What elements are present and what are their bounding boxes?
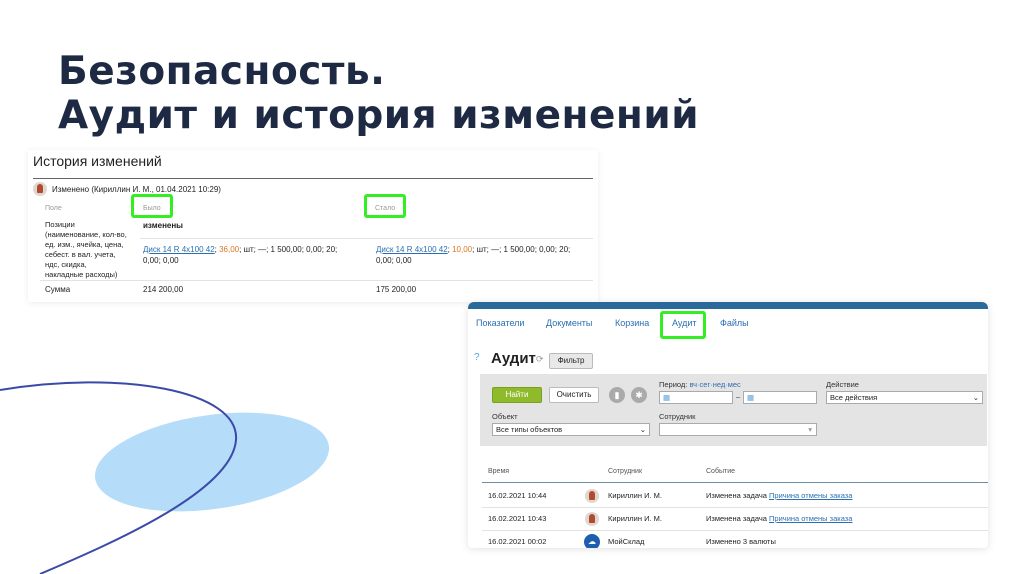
col-employee: Сотрудник <box>608 468 643 475</box>
highlight-box <box>660 311 706 339</box>
help-icon[interactable]: ? <box>474 352 480 363</box>
col-event: Событие <box>706 468 735 475</box>
table-row: 16.02.2021 00:02 ☁ МойСклад Изменено 3 валю… <box>482 531 988 548</box>
history-title: История изменений <box>33 153 162 169</box>
history-panel: История изменений Изменено (Кириллин И. … <box>28 150 598 302</box>
user-avatar <box>585 512 599 526</box>
decorative-ellipse <box>94 412 330 512</box>
row-employee: Кириллин И. М. <box>608 491 662 500</box>
positions-status: изменены <box>143 221 184 230</box>
event-link[interactable]: Причина отмены заказа <box>769 491 852 500</box>
tab-files[interactable]: Файлы <box>720 318 749 328</box>
col-field: Поле <box>45 205 62 212</box>
row-employee: МойСклад <box>608 537 645 546</box>
employee-select[interactable]: ▾ <box>659 423 817 436</box>
action-label: Действие <box>826 380 859 389</box>
clear-button[interactable]: Очистить <box>549 387 599 403</box>
object-label: Объект <box>492 412 518 421</box>
title-line-2: Аудит и история изменений <box>58 93 700 138</box>
filter-button[interactable]: Фильтр <box>549 353 593 369</box>
divider <box>140 238 593 239</box>
tab-trash[interactable]: Корзина <box>615 318 649 328</box>
row-event: Изменено 3 валюты <box>706 537 776 546</box>
event-link[interactable]: Причина отмены заказа <box>769 514 852 523</box>
col-time: Время <box>488 468 510 475</box>
was-value: Диск 14 R 4x100 42; 36,00; шт; —; 1 500,… <box>143 245 338 265</box>
gear-icon[interactable]: ✱ <box>631 387 647 403</box>
refresh-icon[interactable]: ⟳ <box>536 354 544 365</box>
user-avatar <box>33 182 47 196</box>
row-event: Изменена задача Причина отмены заказа <box>706 491 853 500</box>
product-link[interactable]: Диск 14 R 4x100 42 <box>143 245 215 254</box>
qty-was: 36,00 <box>219 245 240 254</box>
row-event: Изменена задача Причина отмены заказа <box>706 514 853 523</box>
filter-panel: Найти Очистить ▮ ✱ Период: вч·сег·нед·ме… <box>480 374 987 446</box>
top-bar <box>468 302 988 309</box>
title-line-1: Безопасность. <box>58 49 386 94</box>
slide-title: Безопасность. Аудит и история изменений <box>58 50 699 138</box>
table-row: 16.02.2021 10:44 Кириллин И. М. Изменена з… <box>482 485 988 508</box>
row-time: 16.02.2021 10:44 <box>488 491 547 500</box>
system-logo-icon: ☁ <box>584 534 600 548</box>
table-row: 16.02.2021 10:43 Кириллин И. М. Изменена з… <box>482 508 988 531</box>
changed-by: Изменено (Кириллин И. М., 01.04.2021 10:… <box>52 185 221 194</box>
period-dash: – <box>736 392 741 401</box>
divider <box>33 178 593 179</box>
row-time: 16.02.2021 10:43 <box>488 514 547 523</box>
positions-label: Позиции (наименование, кол-во, ед. изм.,… <box>45 220 127 279</box>
tab-documents[interactable]: Документы <box>546 318 592 328</box>
period-from-input[interactable]: ▦ <box>659 391 733 404</box>
action-select[interactable]: Все действия ⌄ <box>826 391 983 404</box>
object-select[interactable]: Все типы объектов ⌄ <box>492 423 650 436</box>
find-button[interactable]: Найти <box>492 387 542 403</box>
bookmark-icon[interactable]: ▮ <box>609 387 625 403</box>
user-avatar <box>585 489 599 503</box>
divider <box>482 482 988 483</box>
product-link[interactable]: Диск 14 R 4x100 42 <box>376 245 448 254</box>
row-time: 16.02.2021 00:02 <box>488 537 547 546</box>
sum-became: 175 200,00 <box>376 285 417 294</box>
highlight-box <box>131 194 173 218</box>
audit-heading: Аудит <box>491 350 536 367</box>
period-label: Период: вч·сег·нед·мес <box>659 380 741 389</box>
decorative-shapes <box>0 381 330 574</box>
row-employee: Кириллин И. М. <box>608 514 662 523</box>
sum-was: 214 200,00 <box>143 285 184 294</box>
audit-panel: Показатели Документы Корзина Аудит Файлы… <box>468 302 988 548</box>
qty-became: 10,00 <box>452 245 473 254</box>
tab-indicators[interactable]: Показатели <box>476 318 524 328</box>
period-links[interactable]: вч·сег·нед·мес <box>689 380 740 389</box>
employee-label: Сотрудник <box>659 412 696 421</box>
became-value: Диск 14 R 4x100 42; 10,00; шт; —; 1 500,… <box>376 245 571 265</box>
divider <box>40 280 593 281</box>
highlight-box <box>364 194 406 218</box>
sum-label: Сумма <box>45 285 71 294</box>
period-to-input[interactable]: ▦ <box>743 391 817 404</box>
